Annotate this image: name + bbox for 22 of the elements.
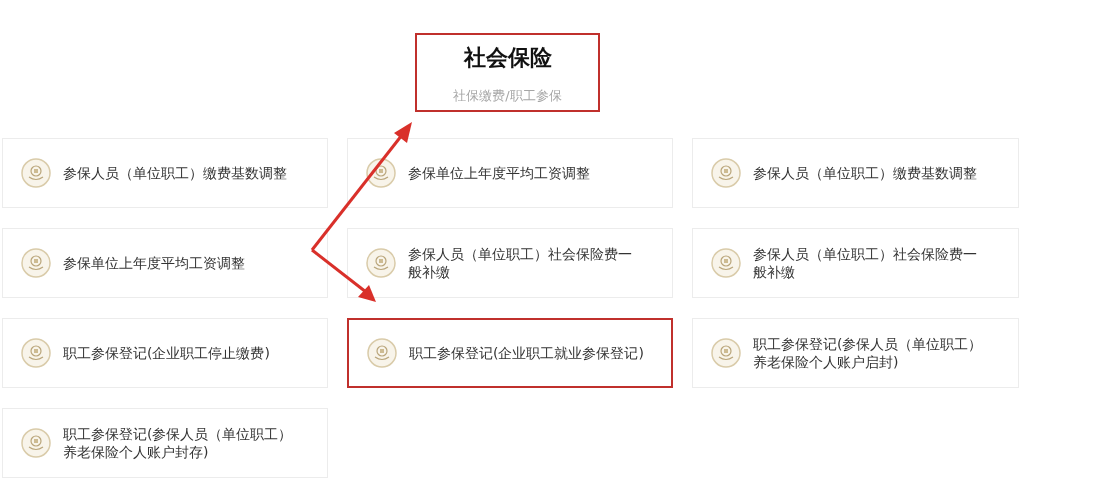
service-card[interactable]: 职工参保登记(参保人员（单位职工）养老保险个人账户封存) bbox=[2, 408, 328, 478]
service-label: 职工参保登记(参保人员（单位职工）养老保险个人账户启封) bbox=[753, 335, 984, 371]
service-card[interactable]: 职工参保登记(企业职工就业参保登记) bbox=[347, 318, 673, 388]
service-label: 职工参保登记(企业职工停止缴费) bbox=[63, 344, 271, 362]
service-label: 参保人员（单位职工）缴费基数调整 bbox=[63, 164, 288, 182]
service-label: 参保单位上年度平均工资调整 bbox=[408, 164, 591, 182]
service-label: 参保单位上年度平均工资调整 bbox=[63, 254, 246, 272]
section-title: 社会保险 bbox=[463, 44, 552, 72]
service-label: 参保人员（单位职工）缴费基数调整 bbox=[753, 164, 978, 182]
service-card[interactable]: 参保人员（单位职工）社会保险费一般补缴 bbox=[692, 228, 1019, 298]
section-subtitle: 社保缴费/职工参保 bbox=[453, 87, 562, 105]
service-card[interactable]: 参保单位上年度平均工资调整 bbox=[2, 228, 328, 298]
service-label: 参保人员（单位职工）社会保险费一般补缴 bbox=[753, 245, 978, 281]
service-card[interactable]: 参保人员（单位职工）社会保险费一般补缴 bbox=[347, 228, 673, 298]
service-label: 参保人员（单位职工）社会保险费一般补缴 bbox=[408, 245, 633, 281]
service-card[interactable]: 职工参保登记(企业职工停止缴费) bbox=[2, 318, 328, 388]
service-label: 职工参保登记(参保人员（单位职工）养老保险个人账户封存) bbox=[63, 425, 294, 461]
service-card[interactable]: 参保单位上年度平均工资调整 bbox=[347, 138, 673, 208]
service-card[interactable]: 参保人员（单位职工）缴费基数调整 bbox=[692, 138, 1019, 208]
service-label: 职工参保登记(企业职工就业参保登记) bbox=[409, 344, 645, 362]
service-card[interactable]: 职工参保登记(参保人员（单位职工）养老保险个人账户启封) bbox=[692, 318, 1019, 388]
service-card[interactable]: 参保人员（单位职工）缴费基数调整 bbox=[2, 138, 328, 208]
